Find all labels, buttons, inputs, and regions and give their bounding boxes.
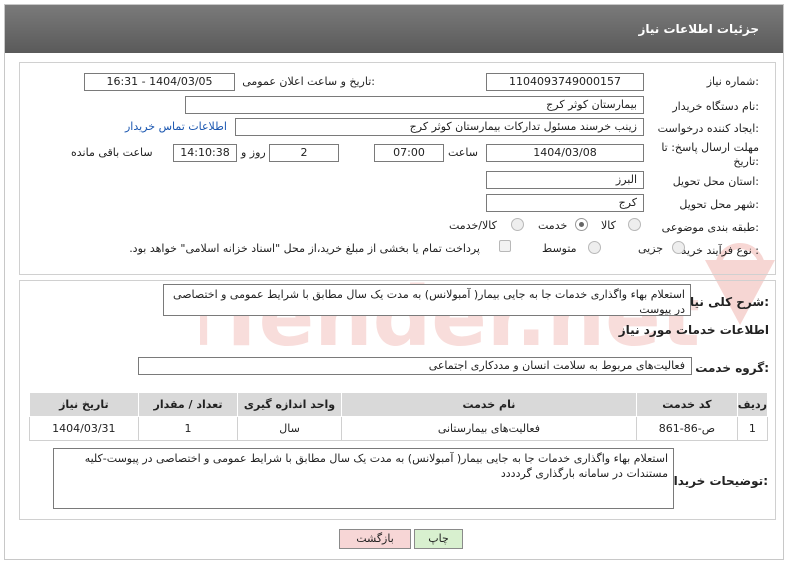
- cell-need-date: 1404/03/31: [29, 416, 139, 441]
- panel-header: جزئیات اطلاعات نیاز: [5, 5, 783, 53]
- cell-service-code: ص-86-861: [636, 416, 738, 441]
- process-option-minor: جزیی: [638, 242, 664, 255]
- deadline-time-label: ساعت: [448, 146, 478, 159]
- province-field[interactable]: البرز: [486, 171, 644, 189]
- process-label: نوع فرآیند خرید :: [681, 244, 759, 257]
- remaining-days-field[interactable]: 2: [269, 144, 339, 162]
- city-field[interactable]: کرج: [486, 194, 644, 212]
- creator-label: ایجاد کننده درخواست:: [657, 122, 759, 135]
- cell-quantity: 1: [137, 416, 239, 441]
- need-number-label: شماره نیاز:: [706, 75, 759, 88]
- province-label: استان محل تحویل:: [672, 175, 759, 188]
- category-option-service: خدمت: [538, 219, 568, 232]
- remaining-days-label: روز و: [241, 146, 266, 159]
- col-quantity: تعداد / مقدار: [137, 392, 239, 417]
- print-button[interactable]: چاپ: [414, 529, 463, 549]
- category-radio-service[interactable]: [575, 218, 588, 231]
- services-title: اطلاعات خدمات مورد نیاز: [618, 323, 769, 337]
- service-group-label: گروه خدمت:: [695, 361, 769, 375]
- buyer-org-label: نام دستگاه خریدار:: [672, 100, 759, 113]
- remaining-time-label: ساعت باقی مانده: [71, 146, 153, 159]
- buyer-notes-label: توضیحات خریدار:: [666, 474, 768, 488]
- table-row[interactable]: 1 ص-86-861 فعالیت‌های بیمارستانی سال 1 1…: [29, 416, 769, 441]
- category-option-goods-service: کالا/خدمت: [449, 219, 497, 232]
- page-title: جزئیات اطلاعات نیاز: [638, 22, 759, 36]
- need-number-field[interactable]: 1104093749000157: [486, 73, 644, 91]
- creator-field[interactable]: زینب خرسند مسئول تدارکات بیمارستان کوثر …: [235, 118, 644, 136]
- remaining-time-field[interactable]: 14:10:38: [173, 144, 237, 162]
- description-label: شرح کلی نیاز:: [683, 295, 769, 309]
- announce-field[interactable]: 1404/03/05 - 16:31: [84, 73, 235, 91]
- deadline-date-field[interactable]: 1404/03/08: [486, 144, 644, 162]
- cell-service-name: فعالیت‌های بیمارستانی: [340, 416, 638, 441]
- deadline-label-line1: مهلت ارسال پاسخ: تا: [661, 141, 759, 154]
- category-label: طبقه بندی موضوعی:: [661, 221, 759, 234]
- deadline-label-line2: تاریخ:: [733, 155, 759, 168]
- col-service-name: نام خدمت: [340, 392, 638, 417]
- description-textarea[interactable]: استعلام بهاء واگذاری خدمات جا به جایی بی…: [163, 284, 691, 316]
- process-radio-minor[interactable]: [672, 241, 685, 254]
- cell-unit: سال: [237, 416, 342, 441]
- treasury-payment-note: پرداخت تمام یا بخشی از مبلغ خرید،از محل …: [129, 242, 480, 255]
- category-radio-goods[interactable]: [628, 218, 641, 231]
- col-need-date: تاریخ نیاز: [29, 392, 139, 417]
- col-unit: واحد اندازه گیری: [237, 392, 342, 417]
- col-service-code: کد خدمت: [636, 392, 738, 417]
- announce-label: تاریخ و ساعت اعلان عمومی:: [242, 75, 375, 88]
- city-label: شهر محل تحویل:: [679, 198, 759, 211]
- services-table-header: ردیف کد خدمت نام خدمت واحد اندازه گیری ت…: [29, 392, 769, 417]
- process-option-medium: متوسط: [542, 242, 577, 255]
- service-group-field[interactable]: فعالیت‌های مربوط به سلامت انسان و مددکار…: [138, 357, 692, 375]
- category-option-goods: کالا: [601, 219, 616, 232]
- process-radio-medium[interactable]: [588, 241, 601, 254]
- buyer-contact-link[interactable]: اطلاعات تماس خریدار: [125, 120, 227, 133]
- back-button[interactable]: بازگشت: [339, 529, 411, 549]
- col-row: ردیف: [736, 392, 769, 417]
- deadline-time-field[interactable]: 07:00: [374, 144, 444, 162]
- buyer-org-field[interactable]: بیمارستان کوثر کرج: [185, 96, 644, 114]
- services-table: ردیف کد خدمت نام خدمت واحد اندازه گیری ت…: [29, 392, 769, 441]
- cell-row: 1: [736, 416, 769, 441]
- treasury-payment-checkbox[interactable]: [499, 240, 511, 252]
- category-radio-goods-service[interactable]: [511, 218, 524, 231]
- buyer-notes-textarea[interactable]: استعلام بهاء واگذاری خدمات جا به جایی بی…: [53, 448, 674, 509]
